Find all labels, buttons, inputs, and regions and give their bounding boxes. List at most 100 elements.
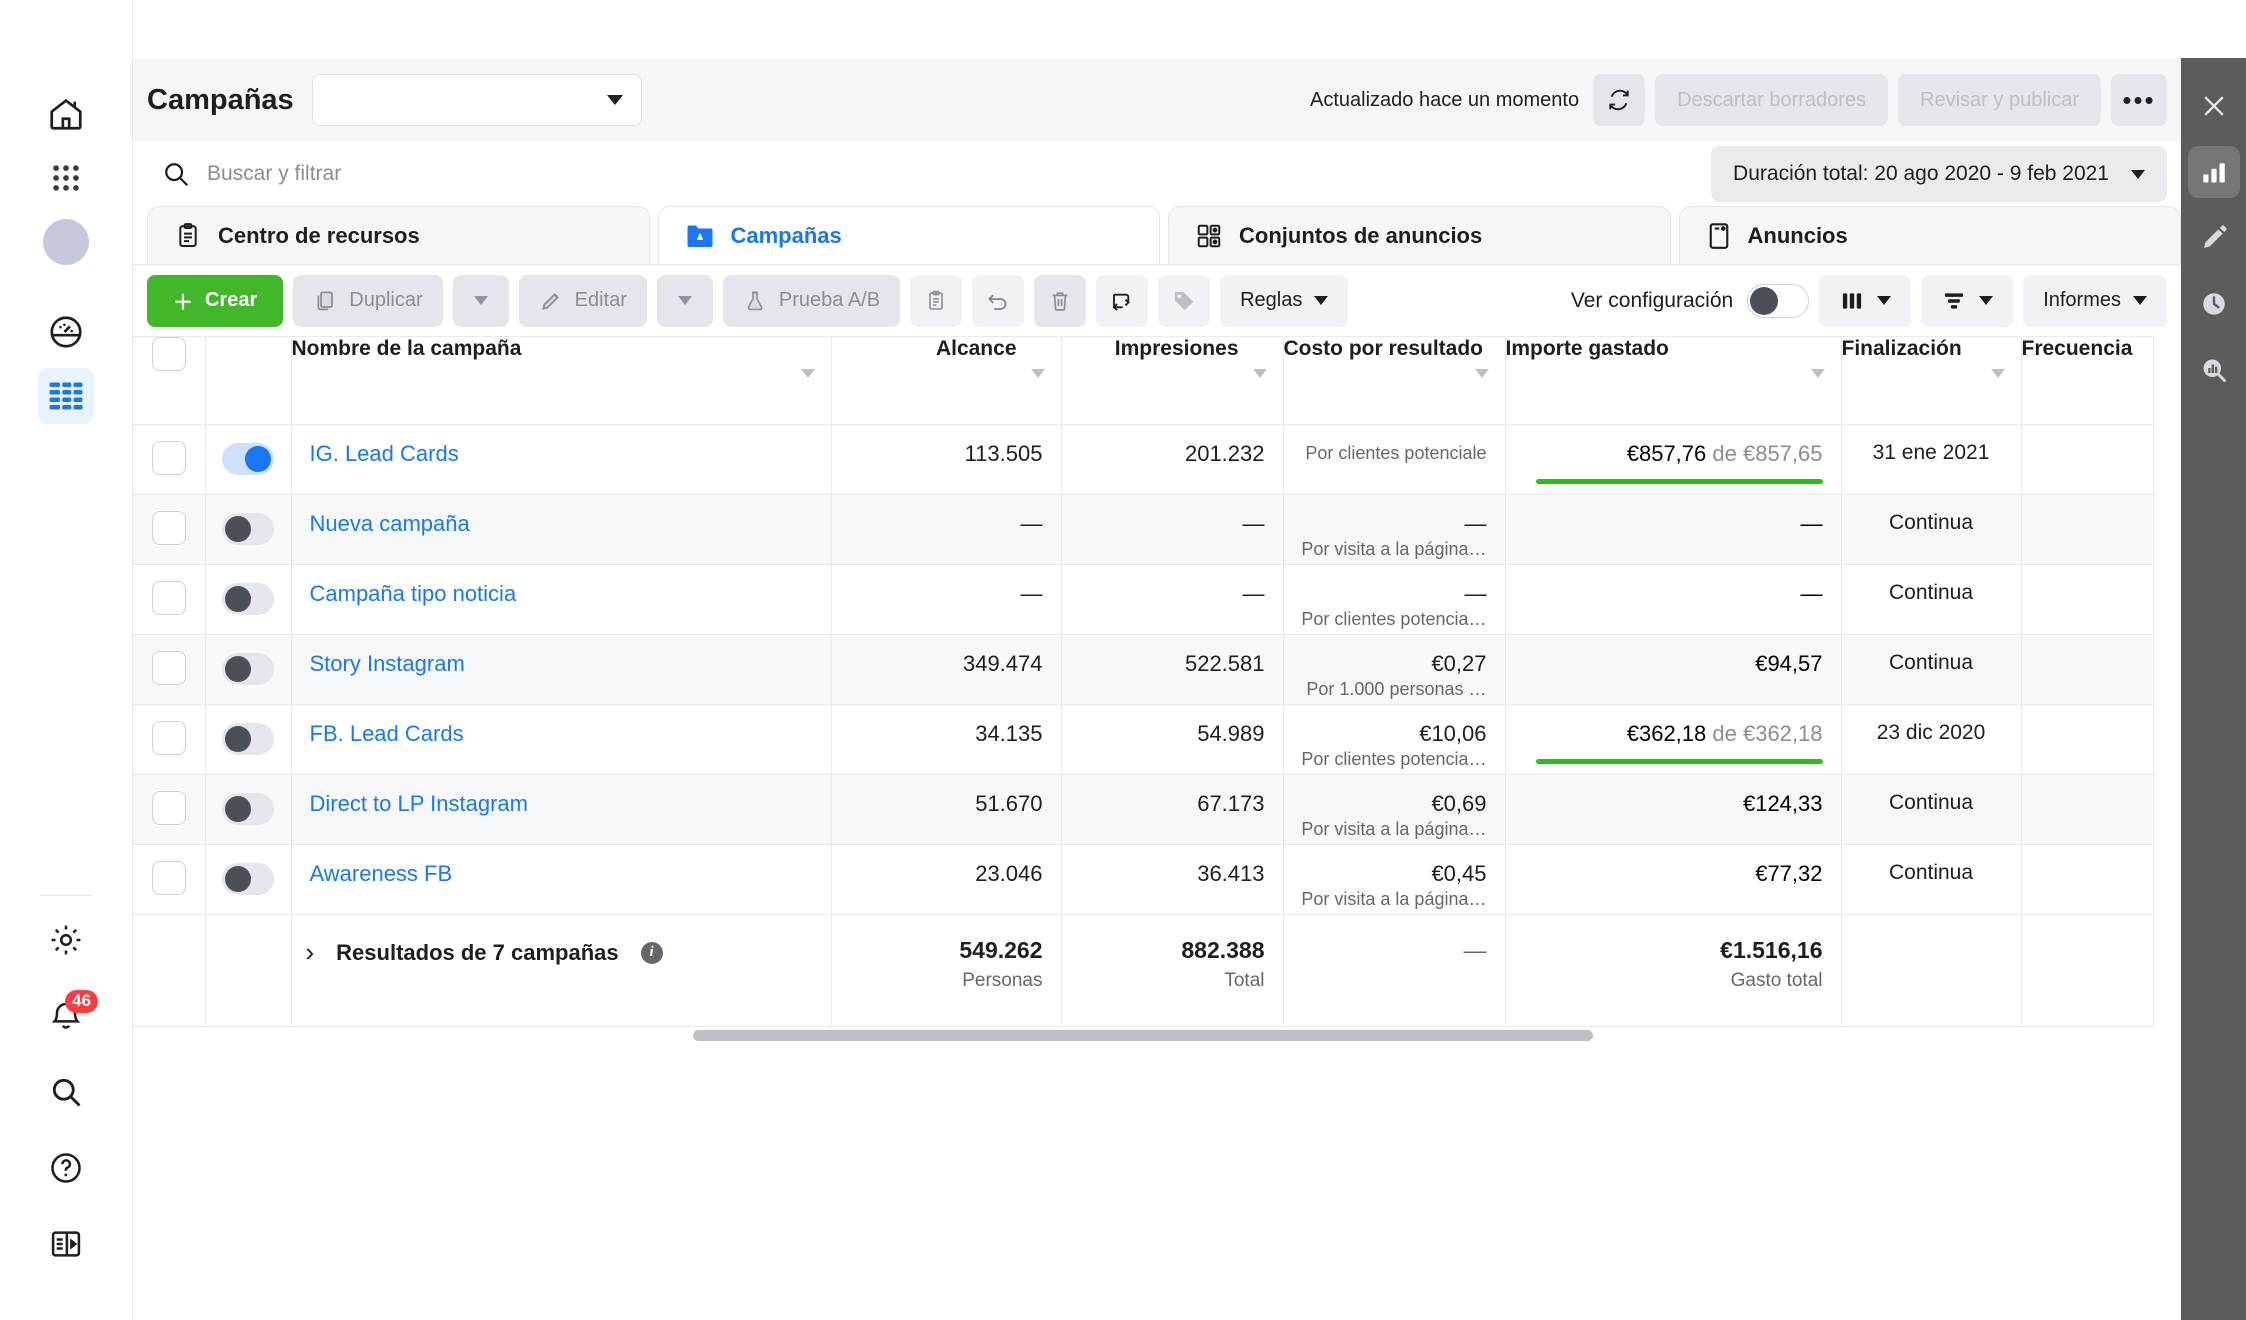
home-icon[interactable] [38, 86, 94, 142]
column-header-name[interactable]: Nombre de la campaña [291, 336, 832, 425]
column-header-reach[interactable]: Alcance [831, 336, 1062, 425]
search-row: Buscar y filtrar Duración total: 20 ago … [133, 142, 2181, 206]
gear-icon[interactable] [38, 912, 94, 968]
export-button[interactable] [1096, 274, 1149, 327]
campaign-status-toggle[interactable] [222, 863, 274, 895]
summary-spent-value: €1.516,16 [1720, 937, 1823, 963]
edit-button[interactable]: Editar [518, 274, 647, 327]
face-gauge-icon[interactable] [38, 304, 94, 360]
campaign-status-toggle[interactable] [222, 513, 274, 545]
chevron-down-icon[interactable] [800, 369, 815, 378]
search-icon[interactable] [38, 1064, 94, 1120]
tab-conjuntos-de-anuncios[interactable]: Conjuntos de anuncios [1168, 206, 1671, 264]
campaign-name-link[interactable]: Nueva campaña [310, 511, 470, 536]
tag-button[interactable] [1158, 274, 1211, 327]
scrollbar-thumb[interactable] [693, 1030, 1593, 1041]
row-checkbox[interactable] [151, 511, 186, 545]
campaign-name-link[interactable]: IG. Lead Cards [310, 441, 459, 466]
duplicate-dropdown-button[interactable] [452, 274, 509, 327]
toggle-knob [225, 866, 251, 892]
delete-button[interactable] [1034, 274, 1087, 327]
column-header-amount-spent[interactable]: Importe gastado [1505, 336, 1842, 425]
column-header-impressions[interactable]: Impresiones [1061, 336, 1284, 425]
campaign-name-link[interactable]: Direct to LP Instagram [310, 791, 528, 816]
table-row[interactable]: Direct to LP Instagram 51.670 67.173 €0,69 P… [133, 774, 2154, 845]
reach-value: 51.670 [975, 791, 1043, 816]
clock-icon[interactable] [2188, 278, 2240, 330]
duplicate-button[interactable]: Duplicar [293, 274, 443, 327]
account-select[interactable] [311, 74, 642, 126]
pencil-icon[interactable] [2188, 212, 2240, 264]
discard-drafts-button[interactable]: Descartar borradores [1655, 74, 1889, 126]
campaign-status-toggle[interactable] [222, 583, 274, 615]
campaign-name-link[interactable]: Story Instagram [310, 651, 465, 676]
column-header-frequency[interactable]: Frecuencia [2021, 336, 2154, 425]
undo-button[interactable] [972, 274, 1025, 327]
columns-button[interactable] [1819, 274, 1912, 327]
edit-dropdown-button[interactable] [656, 274, 713, 327]
horizontal-scrollbar[interactable] [133, 1027, 2153, 1043]
chevron-right-icon[interactable]: › [306, 937, 315, 968]
collapse-panel-icon[interactable] [38, 1216, 94, 1272]
ab-test-button[interactable]: Prueba A/B [722, 274, 901, 327]
table-row[interactable]: IG. Lead Cards 113.505 201.232 Por clientes… [133, 424, 2154, 495]
chevron-down-icon[interactable] [1474, 369, 1489, 378]
rules-button[interactable]: Reglas [1220, 274, 1349, 327]
help-icon[interactable] [38, 1140, 94, 1196]
table-icon[interactable] [38, 368, 94, 424]
table-row[interactable]: Story Instagram 349.474 522.581 €0,27 Por 1.… [133, 634, 2154, 705]
review-publish-button[interactable]: Revisar y publicar [1898, 74, 2101, 126]
table-row[interactable]: Campaña tipo noticia — — — Por clientes pote… [133, 564, 2154, 635]
avatar[interactable] [38, 214, 94, 270]
chevron-down-icon[interactable] [1990, 369, 2005, 378]
campaign-status-toggle[interactable] [222, 653, 274, 685]
breakdown-button[interactable] [1921, 274, 2014, 327]
more-options-button[interactable]: ••• [2111, 74, 2167, 126]
table-row[interactable]: FB. Lead Cards 34.135 54.989 €10,06 Por clie… [133, 704, 2154, 775]
chart-search-icon[interactable] [2188, 344, 2240, 396]
table-row[interactable]: Awareness FB 23.046 36.413 €0,45 Por visita … [133, 844, 2154, 915]
row-checkbox[interactable] [151, 581, 186, 615]
reports-button[interactable]: Informes [2023, 274, 2167, 327]
status-header [205, 336, 292, 425]
row-spent-cell: €857,76 de €857,65 [1505, 424, 1842, 495]
view-setup-toggle[interactable] [1747, 283, 1810, 318]
campaign-name-link[interactable]: Awareness FB [310, 861, 453, 886]
clipboard-action-button[interactable] [910, 274, 963, 327]
row-checkbox-cell [133, 704, 206, 775]
chevron-down-icon[interactable] [1810, 369, 1825, 378]
chevron-down-icon[interactable] [1252, 369, 1267, 378]
grid-menu-icon[interactable] [38, 150, 94, 206]
table-row[interactable]: Nueva campaña — — — Por visita a la página… —… [133, 494, 2154, 565]
create-button[interactable]: ＋ Crear [147, 274, 284, 327]
tab-centro-de-recursos[interactable]: Centro de recursos [147, 206, 650, 264]
row-checkbox[interactable] [151, 721, 186, 755]
bell-icon[interactable]: 46 [38, 988, 98, 1044]
header-actions: Actualizado hace un momento Descartar bo… [1310, 74, 2167, 126]
date-range-selector[interactable]: Duración total: 20 ago 2020 - 9 feb 2021 [1711, 146, 2167, 202]
tab-anuncios[interactable]: Anuncios [1678, 206, 2181, 264]
row-frequency-cell [2021, 564, 2154, 635]
row-frequency-cell [2021, 704, 2154, 775]
search-input[interactable]: Buscar y filtrar [147, 146, 1712, 202]
row-checkbox[interactable] [151, 651, 186, 685]
campaign-name-link[interactable]: Campaña tipo noticia [310, 581, 517, 606]
row-checkbox[interactable] [151, 861, 186, 895]
campaign-status-toggle[interactable] [222, 723, 274, 755]
campaign-name-link[interactable]: FB. Lead Cards [310, 721, 464, 746]
close-icon[interactable] [2188, 80, 2240, 132]
campaign-status-toggle[interactable] [222, 793, 274, 825]
column-header-cost-per-result[interactable]: Costo por resultado [1283, 336, 1506, 425]
select-all-checkbox[interactable] [151, 337, 186, 371]
refresh-button[interactable] [1593, 74, 1646, 126]
row-checkbox-cell [133, 424, 206, 495]
column-header-ends[interactable]: Finalización [1841, 336, 2022, 425]
row-checkbox[interactable] [151, 441, 186, 475]
row-spent-cell: €124,33 [1505, 774, 1842, 845]
campaign-status-toggle[interactable] [222, 443, 274, 475]
chevron-down-icon[interactable] [1030, 369, 1045, 378]
bar-chart-icon[interactable] [2187, 146, 2240, 198]
row-checkbox[interactable] [151, 791, 186, 825]
tab-campanas[interactable]: Campañas [657, 206, 1160, 264]
info-icon[interactable]: i [640, 941, 663, 964]
